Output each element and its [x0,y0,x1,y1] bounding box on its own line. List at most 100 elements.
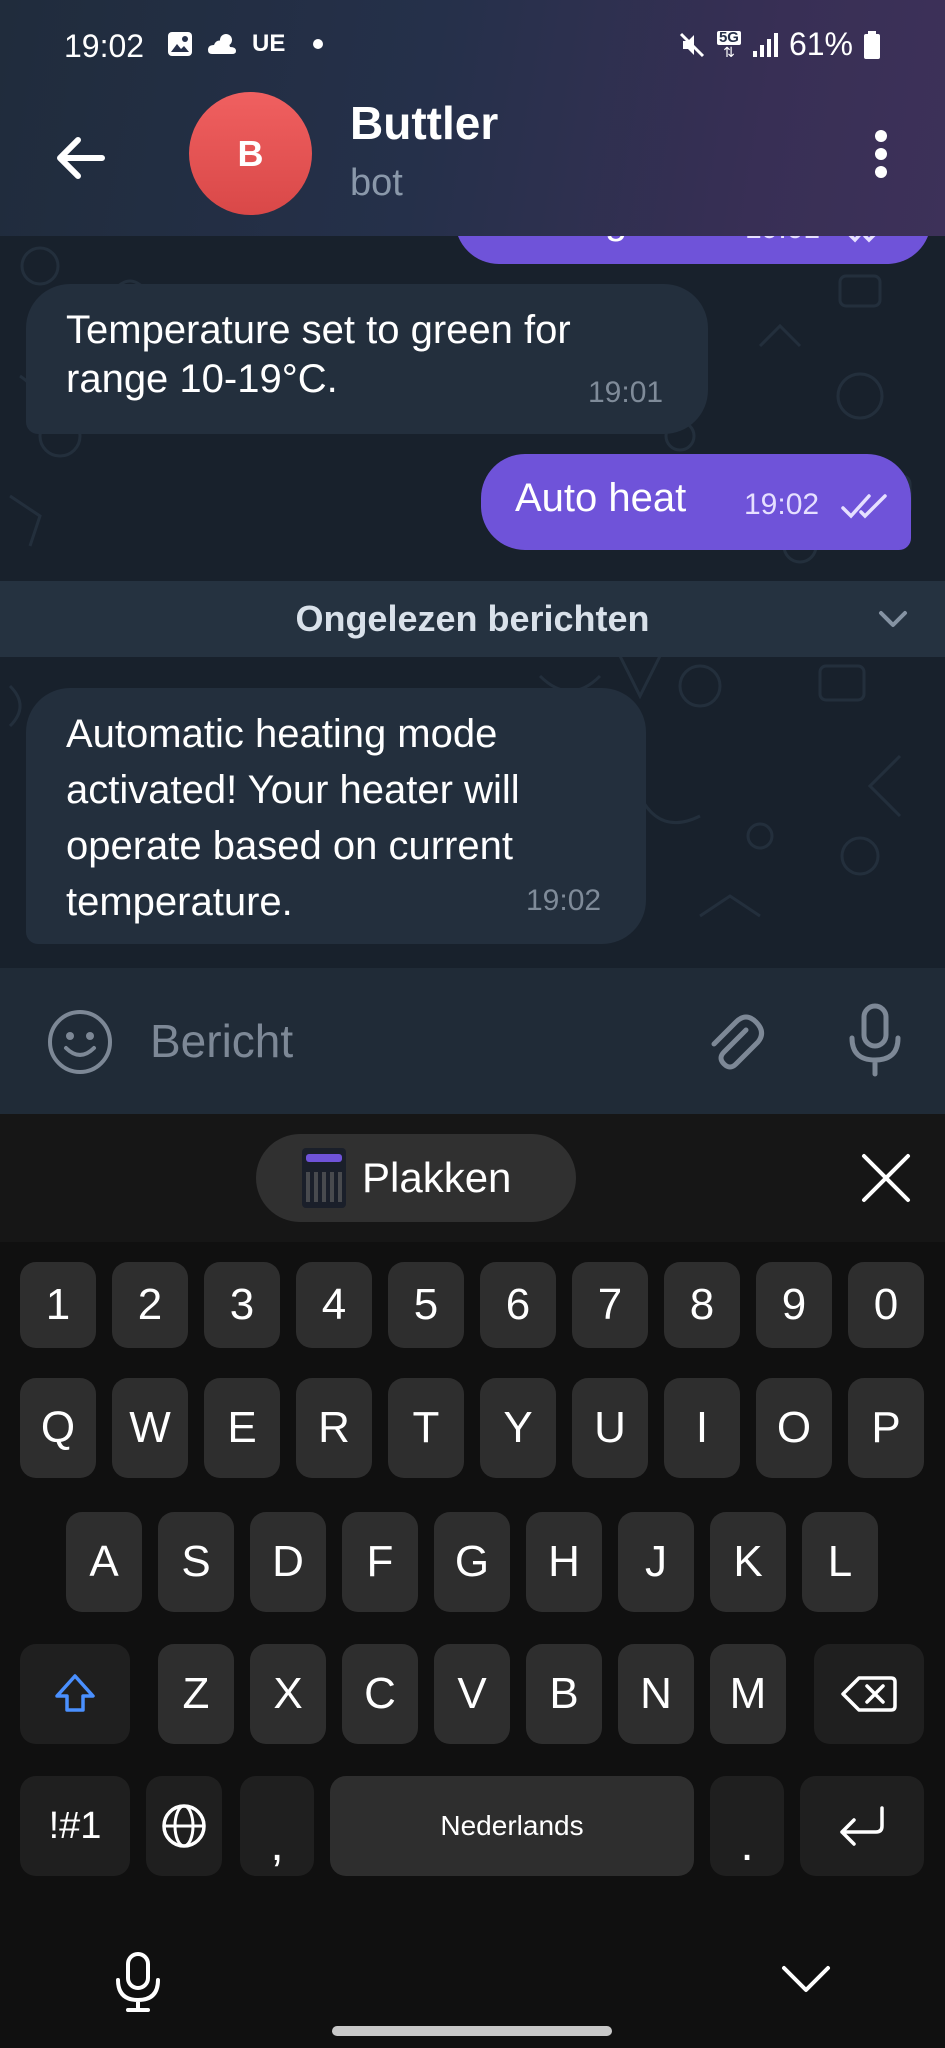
carrier-label: UE [252,30,286,57]
key-4[interactable]: 4 [296,1262,372,1348]
gallery-icon [168,32,192,56]
status-left-icons: UE [166,30,324,58]
key-z[interactable]: Z [158,1644,234,1744]
enter-key[interactable] [800,1776,924,1876]
message-text: g [605,236,627,245]
message-line: Automatic heating mode [66,712,498,756]
comma-label: , [270,1817,284,1871]
key-p[interactable]: P [848,1378,924,1478]
symbols-key[interactable]: !#1 [20,1776,130,1876]
message-composer [0,968,945,1114]
close-icon[interactable] [860,1152,912,1204]
message-bubble-incoming[interactable]: Automatic heating mode activated! Your h… [26,688,646,944]
battery-icon [864,30,880,59]
top-bar: 19:02 UE 5G ⇅ 61% B Buttler bot [0,0,945,236]
message-bubble-outgoing[interactable]: Auto heat 19:02 [481,454,911,550]
network-badge: 5G ⇅ [716,28,741,60]
space-bar[interactable]: Nederlands [330,1776,694,1876]
key-3[interactable]: 3 [204,1262,280,1348]
paste-suggestion-chip[interactable]: Plakken [256,1134,576,1222]
key-j[interactable]: J [618,1512,694,1612]
key-r[interactable]: R [296,1378,372,1478]
hide-keyboard-chevron-icon[interactable] [780,1960,832,2000]
message-time: 19:02 [526,884,602,917]
key-h[interactable]: H [526,1512,602,1612]
shift-arrow-icon [55,1674,95,1712]
key-e[interactable]: E [204,1378,280,1478]
key-y[interactable]: Y [480,1378,556,1478]
chat-area[interactable]: g 19:01 Temperature set to green for ran… [0,236,945,968]
message-bubble-outgoing-partial[interactable]: g 19:01 [455,236,931,264]
system-nav-area [0,1880,945,2048]
weather-icon [208,34,236,54]
clipboard-thumbnail [302,1148,346,1208]
enter-icon [840,1806,884,1846]
message-time: 19:01 [745,236,820,246]
signal-icon [752,32,778,57]
key-t[interactable]: T [388,1378,464,1478]
key-c[interactable]: C [342,1644,418,1744]
key-k[interactable]: K [710,1512,786,1612]
key-w[interactable]: W [112,1378,188,1478]
key-2[interactable]: 2 [112,1262,188,1348]
key-i[interactable]: I [664,1378,740,1478]
network-type-label: 5G [716,28,741,46]
more-menu-icon[interactable] [863,124,899,184]
status-time: 19:02 [64,28,145,64]
key-s[interactable]: S [158,1512,234,1612]
status-right-icons: 5G ⇅ 61% [677,26,881,63]
key-f[interactable]: F [342,1512,418,1612]
key-x[interactable]: X [250,1644,326,1744]
key-6[interactable]: 6 [480,1262,556,1348]
chat-header: B Buttler bot [0,92,945,236]
key-0[interactable]: 0 [848,1262,924,1348]
message-text: Auto heat [515,476,687,520]
back-arrow-icon[interactable] [50,128,110,188]
key-l[interactable]: L [802,1512,878,1612]
key-7[interactable]: 7 [572,1262,648,1348]
key-m[interactable]: M [710,1644,786,1744]
key-5[interactable]: 5 [388,1262,464,1348]
unread-divider-label: Ongelezen berichten [295,598,650,639]
key-o[interactable]: O [756,1378,832,1478]
message-line: operate based on current [66,824,513,868]
mute-icon [679,32,704,57]
key-q[interactable]: Q [20,1378,96,1478]
period-label: . [740,1817,754,1871]
message-line: activated! Your heater will [66,768,520,812]
avatar[interactable]: B [189,92,312,215]
globe-icon [162,1804,206,1848]
key-1[interactable]: 1 [20,1262,96,1348]
voice-input-microphone-icon[interactable] [112,1950,164,2014]
key-9[interactable]: 9 [756,1262,832,1348]
shift-key[interactable] [20,1644,130,1744]
message-input[interactable] [150,1010,650,1072]
key-8[interactable]: 8 [664,1262,740,1348]
period-key[interactable]: . [710,1776,784,1876]
paperclip-icon[interactable] [700,1008,768,1076]
chat-title[interactable]: Buttler [350,96,498,150]
key-b[interactable]: B [526,1644,602,1744]
notification-dot-icon [313,39,324,49]
backspace-key[interactable] [814,1644,924,1744]
microphone-icon[interactable] [840,1000,910,1080]
chat-subtitle: bot [350,162,403,204]
message-line: Temperature set to green for [66,308,571,352]
key-u[interactable]: U [572,1378,648,1478]
chevron-down-icon[interactable] [875,601,911,637]
message-bubble-incoming[interactable]: Temperature set to green for range 10-19… [26,284,708,434]
backspace-icon [841,1676,897,1712]
comma-key[interactable]: , [240,1776,314,1876]
key-g[interactable]: G [434,1512,510,1612]
emoji-icon[interactable] [46,1008,114,1076]
message-time: 19:02 [744,488,820,521]
key-n[interactable]: N [618,1644,694,1744]
language-key[interactable] [146,1776,222,1876]
key-a[interactable]: A [66,1512,142,1612]
message-time: 19:01 [588,376,664,409]
key-v[interactable]: V [434,1644,510,1744]
key-d[interactable]: D [250,1512,326,1612]
data-arrows-icon: ⇅ [723,43,735,60]
home-gesture-bar[interactable] [332,2026,612,2036]
paste-label: Plakken [362,1154,512,1201]
